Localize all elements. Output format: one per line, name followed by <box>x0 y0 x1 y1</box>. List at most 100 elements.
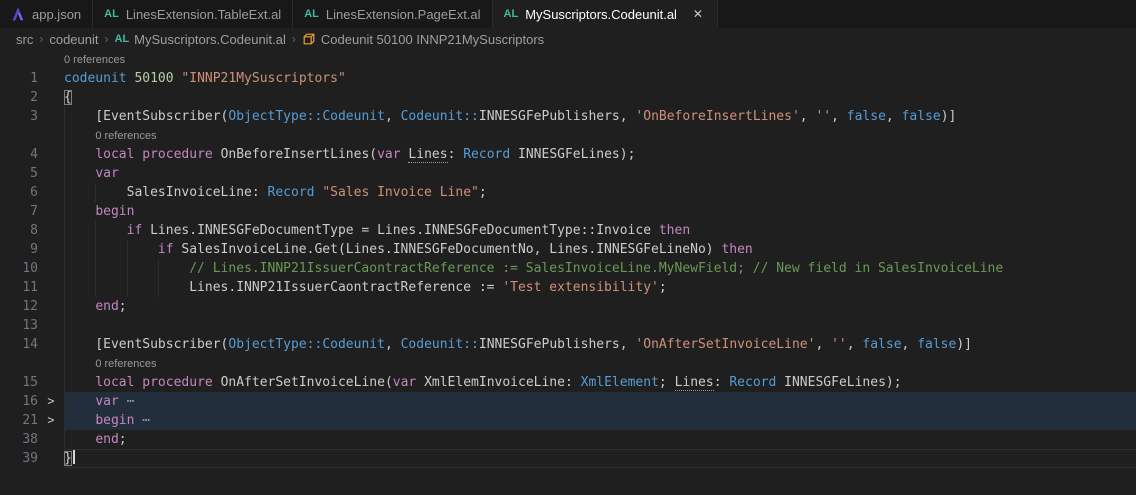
code-line-content[interactable]: end; <box>64 430 1136 449</box>
code-token: INNESGFeLines); <box>776 375 902 390</box>
folded-code-ellipsis-icon[interactable]: ⋯ <box>127 394 135 409</box>
code-token: INNESGFePublishers <box>478 109 620 124</box>
line-number: 14 <box>22 337 38 352</box>
code-token: // Lines.INNP21IssuerCaontractReference … <box>189 261 1004 276</box>
code-token: var <box>95 166 119 181</box>
code-line-10: 10 // Lines.INNP21IssuerCaontractReferen… <box>0 259 1136 278</box>
code-line-12: 12 end; <box>0 297 1136 316</box>
codelens-content[interactable]: 0 references <box>64 126 1136 145</box>
code-token: var <box>95 394 119 409</box>
indent-guide <box>64 430 65 449</box>
code-token: '' <box>831 337 847 352</box>
code-token: XmlElement <box>580 375 659 390</box>
tab-linesextension-tableext-al[interactable]: AL LinesExtension.TableExt.al <box>93 0 294 28</box>
code-token: 'Test extensibility' <box>502 280 659 295</box>
gutter: 8 <box>0 221 64 240</box>
code-line-content[interactable]: begin ⋯ <box>64 411 1136 430</box>
gutter: 12 <box>0 297 64 316</box>
gutter: 3 <box>0 107 64 126</box>
code-token: , <box>846 337 863 352</box>
code-line-content[interactable]: begin <box>64 202 1136 221</box>
code-token: ; <box>118 299 127 314</box>
line-number <box>0 354 38 373</box>
tab-label: app.json <box>32 6 82 22</box>
code-token: , <box>815 337 832 352</box>
breadcrumb-separator-icon: › <box>291 32 296 46</box>
al-file-icon: AL <box>114 33 130 45</box>
fold-chevron-icon[interactable]: > <box>38 411 64 430</box>
code-token: Codeunit <box>322 337 385 352</box>
code-editor[interactable]: 0 references 1 codeunit 50100 "INNP21MySus… <box>0 50 1136 468</box>
breadcrumb-label: MySuscriptors.Codeunit.al <box>134 31 286 47</box>
indent-guide <box>64 183 65 202</box>
code-line-content[interactable] <box>64 316 1136 335</box>
code-token: , <box>885 109 902 124</box>
code-token: , <box>619 337 636 352</box>
code-token: var <box>377 147 401 162</box>
code-line-16: 16 > var ⋯ <box>0 392 1136 411</box>
code-line-content[interactable]: Lines.INNP21IssuerCaontractReference := … <box>64 278 1136 297</box>
breadcrumb-item[interactable]: Codeunit 50100 INNP21MySuscriptors <box>302 32 544 47</box>
tab-bar-filler <box>717 0 1136 28</box>
tab-mysuscriptors-codeunit-al[interactable]: AL MySuscriptors.Codeunit.al ✕ <box>492 0 718 28</box>
code-line-content[interactable]: local procedure OnBeforeInsertLines(var … <box>64 145 1136 164</box>
code-line-content[interactable]: var <box>64 164 1136 183</box>
code-line-content[interactable]: if SalesInvoiceLine.Get(Lines.INNESGFeDo… <box>64 240 1136 259</box>
indent-guide <box>126 240 128 259</box>
codelens-content[interactable]: 0 references <box>64 354 1136 373</box>
code-token: then <box>721 242 753 257</box>
tab-close-icon[interactable]: ✕ <box>690 7 706 21</box>
indent-guide <box>64 297 65 316</box>
code-line-15: 15 local procedure OnAfterSetInvoiceLine… <box>0 373 1136 392</box>
code-line-2: 2{ <box>0 88 1136 107</box>
breadcrumb-item[interactable]: codeunit <box>49 32 98 47</box>
indent-guide <box>64 202 65 221</box>
bracket-match-token: } <box>64 451 72 466</box>
code-line-content[interactable]: } <box>64 449 1136 468</box>
code-line-content[interactable]: codeunit 50100 "INNP21MySuscriptors" <box>64 69 1136 88</box>
tab-app-json[interactable]: app.json <box>0 0 94 28</box>
code-token: )] <box>940 109 957 124</box>
indent-guide <box>64 392 65 411</box>
line-number: 5 <box>30 166 38 181</box>
tab-linesextension-pageext-al[interactable]: AL LinesExtension.PageExt.al <box>293 0 493 28</box>
code-token: :: <box>463 337 479 352</box>
codelens-references-link[interactable]: 0 references <box>95 130 156 142</box>
code-token: begin <box>95 204 135 219</box>
code-token: if <box>126 223 143 238</box>
code-line-content[interactable]: var ⋯ <box>64 392 1136 411</box>
codelens-content[interactable]: 0 references <box>64 50 1136 69</box>
fold-chevron-icon[interactable]: > <box>38 392 64 411</box>
code-line-content[interactable]: [EventSubscriber(ObjectType::Codeunit, C… <box>64 107 1136 126</box>
line-number <box>0 126 38 145</box>
gutter <box>0 126 64 145</box>
breadcrumb-item[interactable]: src <box>16 32 33 47</box>
line-number: 1 <box>30 71 38 86</box>
code-token: end <box>95 299 119 314</box>
code-line-content[interactable]: local procedure OnAfterSetInvoiceLine(va… <box>64 373 1136 392</box>
indent-guide <box>64 335 65 354</box>
code-line-content[interactable]: SalesInvoiceLine: Record "Sales Invoice … <box>64 183 1136 202</box>
code-line-content[interactable]: end; <box>64 297 1136 316</box>
code-line-content[interactable]: // Lines.INNP21IssuerCaontractReference … <box>64 259 1136 278</box>
indent-guide <box>157 278 159 297</box>
code-token: )] <box>956 337 972 352</box>
breadcrumb-item[interactable]: AL MySuscriptors.Codeunit.al <box>115 32 286 47</box>
codelens-references-link[interactable]: 0 references <box>95 358 156 370</box>
code-token: local <box>95 375 135 390</box>
line-number: 4 <box>30 147 38 162</box>
code-token: codeunit <box>64 71 127 86</box>
codelens-references-link[interactable]: 0 references <box>64 54 125 66</box>
code-line-content[interactable]: [EventSubscriber(ObjectType::Codeunit, C… <box>64 335 1136 354</box>
indent-guide <box>64 221 65 240</box>
code-token: false <box>917 337 957 352</box>
code-line-content[interactable]: { <box>64 88 1136 107</box>
folded-code-ellipsis-icon[interactable]: ⋯ <box>142 413 150 428</box>
code-token: , <box>619 109 636 124</box>
indent-guide <box>64 145 65 164</box>
line-number: 39 <box>22 451 38 466</box>
code-token: ObjectType <box>228 109 307 124</box>
line-number: 13 <box>22 318 38 333</box>
code-line-content[interactable]: if Lines.INNESGFeDocumentType = Lines.IN… <box>64 221 1136 240</box>
